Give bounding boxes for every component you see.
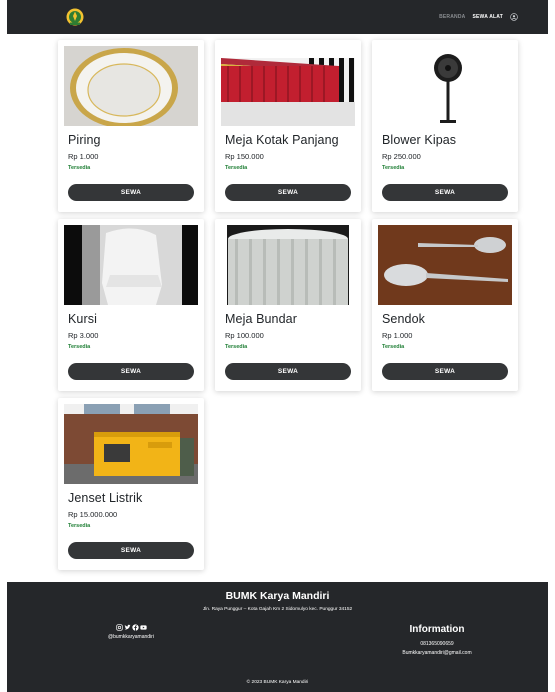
product-image-fan	[378, 46, 512, 126]
product-name: Blower Kipas	[382, 133, 457, 147]
product-price: Rp 100.000	[225, 331, 264, 340]
info-title: Information	[409, 624, 465, 635]
logo-icon[interactable]	[65, 7, 85, 27]
product-card-blower-kipas: Blower Kipas Rp 250.000 Tersedia SEWA	[372, 40, 518, 212]
product-status: Tersedia	[225, 344, 248, 350]
rent-button-jenset-listrik[interactable]: SEWA	[68, 542, 194, 559]
product-name: Kursi	[68, 312, 97, 326]
product-price: Rp 15.000.000	[68, 510, 118, 519]
product-card-meja-bundar: Meja Bundar Rp 100.000 Tersedia SEWA	[215, 219, 361, 391]
product-image-generator	[64, 404, 198, 484]
product-image-long-table	[221, 46, 355, 126]
product-status: Tersedia	[68, 165, 91, 171]
rent-button-sendok[interactable]: SEWA	[382, 363, 508, 380]
copyright: © 2023 BUMK Karya Mandiri	[246, 680, 309, 685]
footer: BUMK Karya Mandiri Jln. Raya Punggur – K…	[7, 582, 548, 692]
product-image-round-table	[221, 225, 355, 305]
product-name: Piring	[68, 133, 101, 147]
social-handle[interactable]: @bumkkaryamandiri	[99, 634, 163, 640]
product-price: Rp 150.000	[225, 152, 264, 161]
product-status: Tersedia	[382, 344, 405, 350]
rent-button-meja-kotak-panjang[interactable]: SEWA	[225, 184, 351, 201]
social-block: @bumkkaryamandiri	[99, 624, 163, 640]
nav-link-sewa-alat[interactable]: SEWA ALAT	[472, 14, 503, 20]
product-name: Sendok	[382, 312, 425, 326]
twitter-icon[interactable]	[124, 624, 131, 632]
product-price: Rp 1.000	[382, 331, 413, 340]
nav-links: BERANDA SEWA ALAT	[439, 0, 518, 34]
rent-button-piring[interactable]: SEWA	[68, 184, 194, 201]
instagram-icon[interactable]	[115, 624, 123, 632]
product-name: Jenset Listrik	[68, 491, 143, 505]
rent-button-blower-kipas[interactable]: SEWA	[382, 184, 508, 201]
footer-title: BUMK Karya Mandiri	[225, 590, 330, 602]
rent-button-meja-bundar[interactable]: SEWA	[225, 363, 351, 380]
youtube-icon[interactable]	[139, 624, 147, 632]
product-image-chair	[64, 225, 198, 305]
product-card-piring: Piring Rp 1.000 Tersedia SEWA	[58, 40, 204, 212]
info-block: Information 081365090659 Bumkkaryamandir…	[377, 624, 497, 656]
footer-address: Jln. Raya Punggur – Kota Gajah Km 2 Sido…	[202, 607, 353, 612]
navbar: BERANDA SEWA ALAT	[7, 0, 548, 34]
product-price: Rp 1.000	[68, 152, 99, 161]
product-card-kursi: Kursi Rp 3.000 Tersedia SEWA	[58, 219, 204, 391]
info-phone: 081365090659	[420, 641, 454, 647]
product-image-plate	[64, 46, 198, 126]
product-status: Tersedia	[68, 344, 91, 350]
facebook-icon[interactable]	[131, 624, 139, 632]
product-status: Tersedia	[225, 165, 248, 171]
product-card-meja-kotak-panjang: Meja Kotak Panjang Rp 150.000 Tersedia S…	[215, 40, 361, 212]
user-icon[interactable]	[510, 13, 518, 21]
product-price: Rp 3.000	[68, 331, 99, 340]
product-card-sendok: Sendok Rp 1.000 Tersedia SEWA	[372, 219, 518, 391]
nav-link-beranda[interactable]: BERANDA	[439, 14, 465, 20]
product-card-jenset-listrik: Jenset Listrik Rp 15.000.000 Tersedia SE…	[58, 398, 204, 570]
product-name: Meja Bundar	[225, 312, 297, 326]
product-name: Meja Kotak Panjang	[225, 133, 339, 147]
product-status: Tersedia	[382, 165, 405, 171]
rent-button-kursi[interactable]: SEWA	[68, 363, 194, 380]
product-image-spoon	[378, 225, 512, 305]
product-status: Tersedia	[68, 523, 91, 529]
info-email[interactable]: Bumkkaryamandiri@gmail.com	[377, 650, 497, 656]
product-price: Rp 250.000	[382, 152, 421, 161]
social-icons	[99, 624, 163, 632]
